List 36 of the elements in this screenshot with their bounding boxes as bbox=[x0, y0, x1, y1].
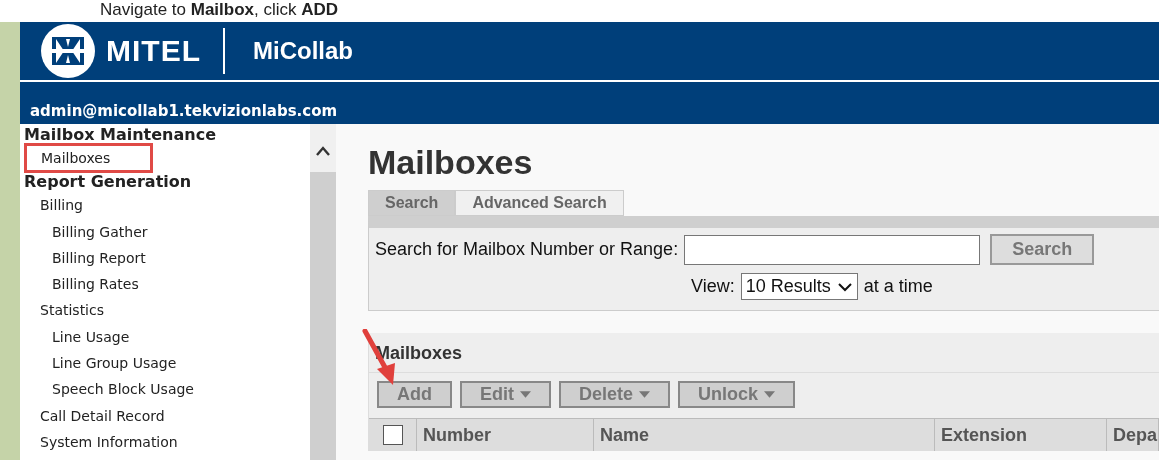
sidebar-item[interactable]: Call Detail Record bbox=[40, 405, 169, 428]
column-header[interactable]: Extension bbox=[935, 419, 1107, 451]
sidebar-item[interactable]: Line Usage bbox=[52, 326, 134, 349]
instruction-text: Navigate to Mailbox, click ADD bbox=[100, 0, 339, 19]
search-field[interactable] bbox=[684, 234, 981, 265]
column-header[interactable]: Depa bbox=[1107, 419, 1159, 451]
chevron-down-icon[interactable] bbox=[836, 281, 853, 292]
tab[interactable]: Search bbox=[368, 190, 456, 216]
page-title: Mailboxes bbox=[368, 144, 534, 180]
caret-up-icon[interactable] bbox=[315, 146, 331, 156]
select-all-checkbox[interactable] bbox=[382, 425, 403, 445]
sidebar-item[interactable]: Statistics bbox=[40, 300, 108, 323]
sidebar-item[interactable]: Line Group Usage bbox=[52, 353, 181, 376]
logo-text: MITEL bbox=[106, 34, 201, 68]
caret-down-icon[interactable] bbox=[764, 391, 776, 398]
view-suffix: at a time bbox=[863, 276, 933, 297]
caret-down-icon[interactable] bbox=[520, 391, 531, 398]
sidebar-item[interactable]: System Information bbox=[40, 431, 182, 454]
sidebar-item[interactable]: Mailboxes bbox=[24, 143, 154, 173]
sidebar-heading: Report Generation bbox=[23, 171, 193, 193]
scrollbar[interactable] bbox=[310, 124, 336, 460]
sidebar-item[interactable]: Speech Block Usage bbox=[52, 379, 198, 402]
search-label: Search for Mailbox Number or Range: bbox=[375, 239, 679, 260]
sidebar-item[interactable]: Billing Report bbox=[52, 247, 150, 270]
sidebar-item[interactable]: Billing Gather bbox=[52, 221, 152, 244]
caret-down-icon[interactable] bbox=[639, 391, 651, 398]
tab[interactable]: Advanced Search bbox=[455, 190, 624, 216]
user-email: admin@micollab1.tekvizionlabs.com bbox=[30, 102, 338, 120]
view-label: View: bbox=[691, 276, 735, 297]
product-name: MiCollab bbox=[253, 37, 353, 65]
sidebar-heading: Mailbox Maintenance bbox=[23, 124, 218, 145]
column-header[interactable]: Name bbox=[594, 419, 935, 451]
column-header[interactable]: Number bbox=[417, 419, 594, 451]
sidebar-item[interactable]: Billing bbox=[40, 195, 87, 218]
results-dropdown[interactable]: 10 Results bbox=[740, 273, 858, 300]
sidebar-item[interactable]: Billing Rates bbox=[52, 274, 143, 297]
